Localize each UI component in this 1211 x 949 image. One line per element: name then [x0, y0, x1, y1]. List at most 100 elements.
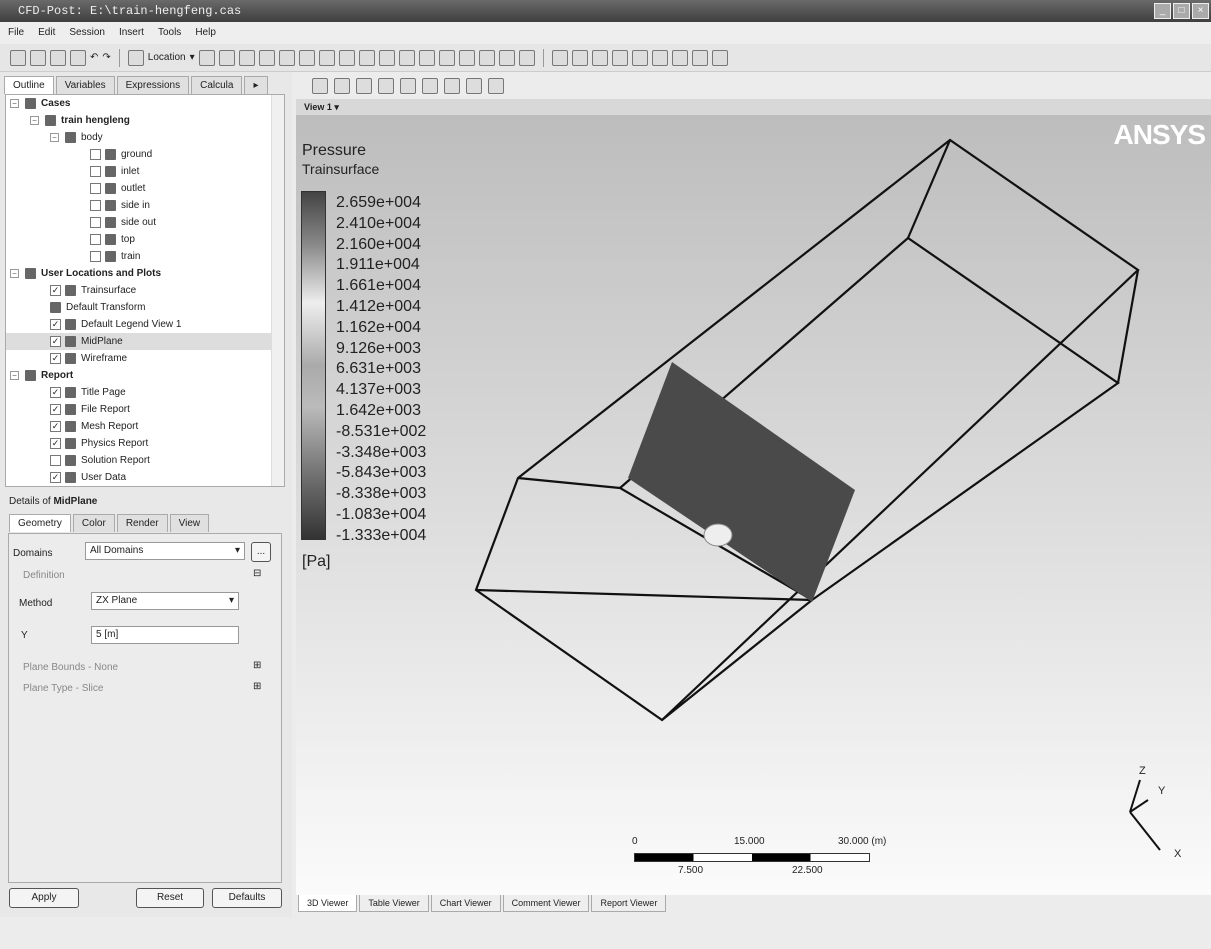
tree-region[interactable]: side in [6, 197, 284, 214]
zoom-fit-icon[interactable] [422, 77, 438, 94]
visibility-checkbox[interactable]: ✓ [50, 353, 61, 364]
menu-edit[interactable]: Edit [38, 27, 55, 39]
tab-view[interactable]: View [169, 514, 210, 532]
quick-editor-icon[interactable] [591, 49, 608, 66]
tree-cases[interactable]: − Cases [6, 95, 284, 112]
tree-region[interactable]: inlet [6, 163, 284, 180]
redo-icon[interactable]: ↷ [102, 52, 110, 63]
coordinate-frame-icon[interactable] [318, 49, 335, 66]
reset-button[interactable]: Reset [136, 888, 204, 908]
visibility-checkbox[interactable] [90, 149, 101, 160]
load-icon[interactable] [50, 49, 66, 66]
menu-file[interactable]: File [8, 27, 24, 39]
mesh-calculator-icon[interactable] [671, 49, 688, 66]
menu-insert[interactable]: Insert [119, 27, 144, 39]
tree-case[interactable]: − train hengleng [6, 112, 284, 129]
figure-icon[interactable] [518, 49, 535, 66]
tree-region[interactable]: top [6, 231, 284, 248]
command-editor-icon[interactable] [711, 49, 728, 66]
viewport-layout-icon[interactable] [466, 77, 482, 94]
probe-viewer-icon[interactable] [488, 77, 504, 94]
streamline-icon[interactable] [238, 49, 255, 66]
location-button[interactable]: Location [148, 52, 186, 63]
function-calculator-icon[interactable] [631, 49, 648, 66]
tree-region[interactable]: train [6, 248, 284, 265]
apply-button[interactable]: Apply [9, 888, 79, 908]
menu-tools[interactable]: Tools [158, 27, 181, 39]
particle-track-icon[interactable] [258, 49, 275, 66]
plane-bounds-expand-icon[interactable]: ⊞ [253, 660, 261, 671]
contour-icon[interactable] [218, 49, 235, 66]
tab-variables[interactable]: Variables [55, 76, 115, 94]
tab-outline[interactable]: Outline [4, 76, 54, 94]
expression-icon[interactable] [438, 49, 455, 66]
clip-plane-icon[interactable] [378, 49, 395, 66]
open-icon[interactable] [30, 49, 46, 66]
tree-item[interactable]: ✓ User Data [6, 469, 284, 486]
plane-type-expand-icon[interactable]: ⊞ [253, 681, 261, 692]
tab-render[interactable]: Render [116, 514, 168, 532]
tab-3d-viewer[interactable]: 3D Viewer [298, 895, 358, 912]
tree-item[interactable]: ✓ Default Legend View 1 [6, 316, 284, 333]
visibility-checkbox[interactable] [90, 200, 101, 211]
method-select[interactable]: ZX Plane ▾ [91, 592, 239, 610]
visibility-checkbox[interactable]: ✓ [50, 387, 61, 398]
tree-scrollbar[interactable] [271, 95, 284, 486]
maximize-button[interactable]: □ [1173, 3, 1190, 19]
table-icon[interactable] [458, 49, 475, 66]
view-selector[interactable]: View 1 ▾ [296, 99, 1211, 115]
tree-item[interactable]: ✓ File Report [6, 401, 284, 418]
tree-item[interactable]: ✓ Title Page [6, 384, 284, 401]
tab-scroll-right[interactable]: ▸ [244, 76, 268, 94]
visibility-checkbox[interactable] [90, 183, 101, 194]
tab-color[interactable]: Color [72, 514, 115, 532]
tab-geometry[interactable]: Geometry [9, 514, 71, 532]
pan-icon[interactable] [356, 77, 372, 94]
tree-body[interactable]: − body [6, 129, 284, 146]
rotate-icon[interactable] [334, 77, 350, 94]
text-icon[interactable] [298, 49, 315, 66]
select-icon[interactable] [312, 77, 328, 94]
instance-transform-icon[interactable] [358, 49, 375, 66]
fit-view-icon[interactable] [444, 77, 460, 94]
close-button[interactable]: × [1192, 3, 1209, 19]
tree-item[interactable]: ✓ Trainsurface [6, 282, 284, 299]
visibility-checkbox[interactable] [90, 234, 101, 245]
tree-item[interactable]: Solution Report [6, 452, 284, 469]
zoom-icon[interactable] [378, 77, 394, 94]
undo-icon[interactable]: ↶ [90, 52, 98, 63]
tree-user-locations[interactable]: − User Locations and Plots [6, 265, 284, 282]
tab-comment-viewer[interactable]: Comment Viewer [502, 895, 590, 912]
visibility-checkbox[interactable]: ✓ [50, 319, 61, 330]
variable-icon[interactable] [418, 49, 435, 66]
visibility-checkbox[interactable]: ✓ [50, 472, 61, 483]
comment-icon[interactable] [498, 49, 515, 66]
domains-more-button[interactable]: ... [251, 542, 271, 562]
legend-icon[interactable] [338, 49, 355, 66]
volume-render-icon[interactable] [278, 49, 295, 66]
domains-select[interactable]: All Domains ▾ [85, 542, 245, 560]
tree-report[interactable]: − Report [6, 367, 284, 384]
chart-icon[interactable] [478, 49, 495, 66]
tree-region[interactable]: ground [6, 146, 284, 163]
color-map-icon[interactable] [398, 49, 415, 66]
minimize-button[interactable]: _ [1154, 3, 1171, 19]
menu-session[interactable]: Session [69, 27, 105, 39]
tab-expressions[interactable]: Expressions [116, 76, 190, 94]
tree-region[interactable]: side out [6, 214, 284, 231]
probe-icon[interactable] [611, 49, 628, 66]
chevron-down-icon[interactable]: ▾ [190, 52, 195, 63]
3d-view[interactable]: ANSYS Pressure Trainsurface 2.659e+004 2.… [296, 115, 1211, 895]
tree-item[interactable]: ✓ Wireframe [6, 350, 284, 367]
case-comparison-icon[interactable] [691, 49, 708, 66]
tree-item[interactable]: ✓ MidPlane [6, 333, 284, 350]
tree-region[interactable]: outlet [6, 180, 284, 197]
visibility-checkbox[interactable]: ✓ [50, 336, 61, 347]
visibility-checkbox[interactable]: ✓ [50, 421, 61, 432]
save-icon[interactable] [70, 49, 86, 66]
tab-calculators[interactable]: Calcula [191, 76, 243, 94]
y-input[interactable]: 5 [m] [91, 626, 239, 644]
tree-item[interactable]: Default Transform [6, 299, 284, 316]
vector-icon[interactable] [198, 49, 215, 66]
visibility-checkbox[interactable]: ✓ [50, 404, 61, 415]
